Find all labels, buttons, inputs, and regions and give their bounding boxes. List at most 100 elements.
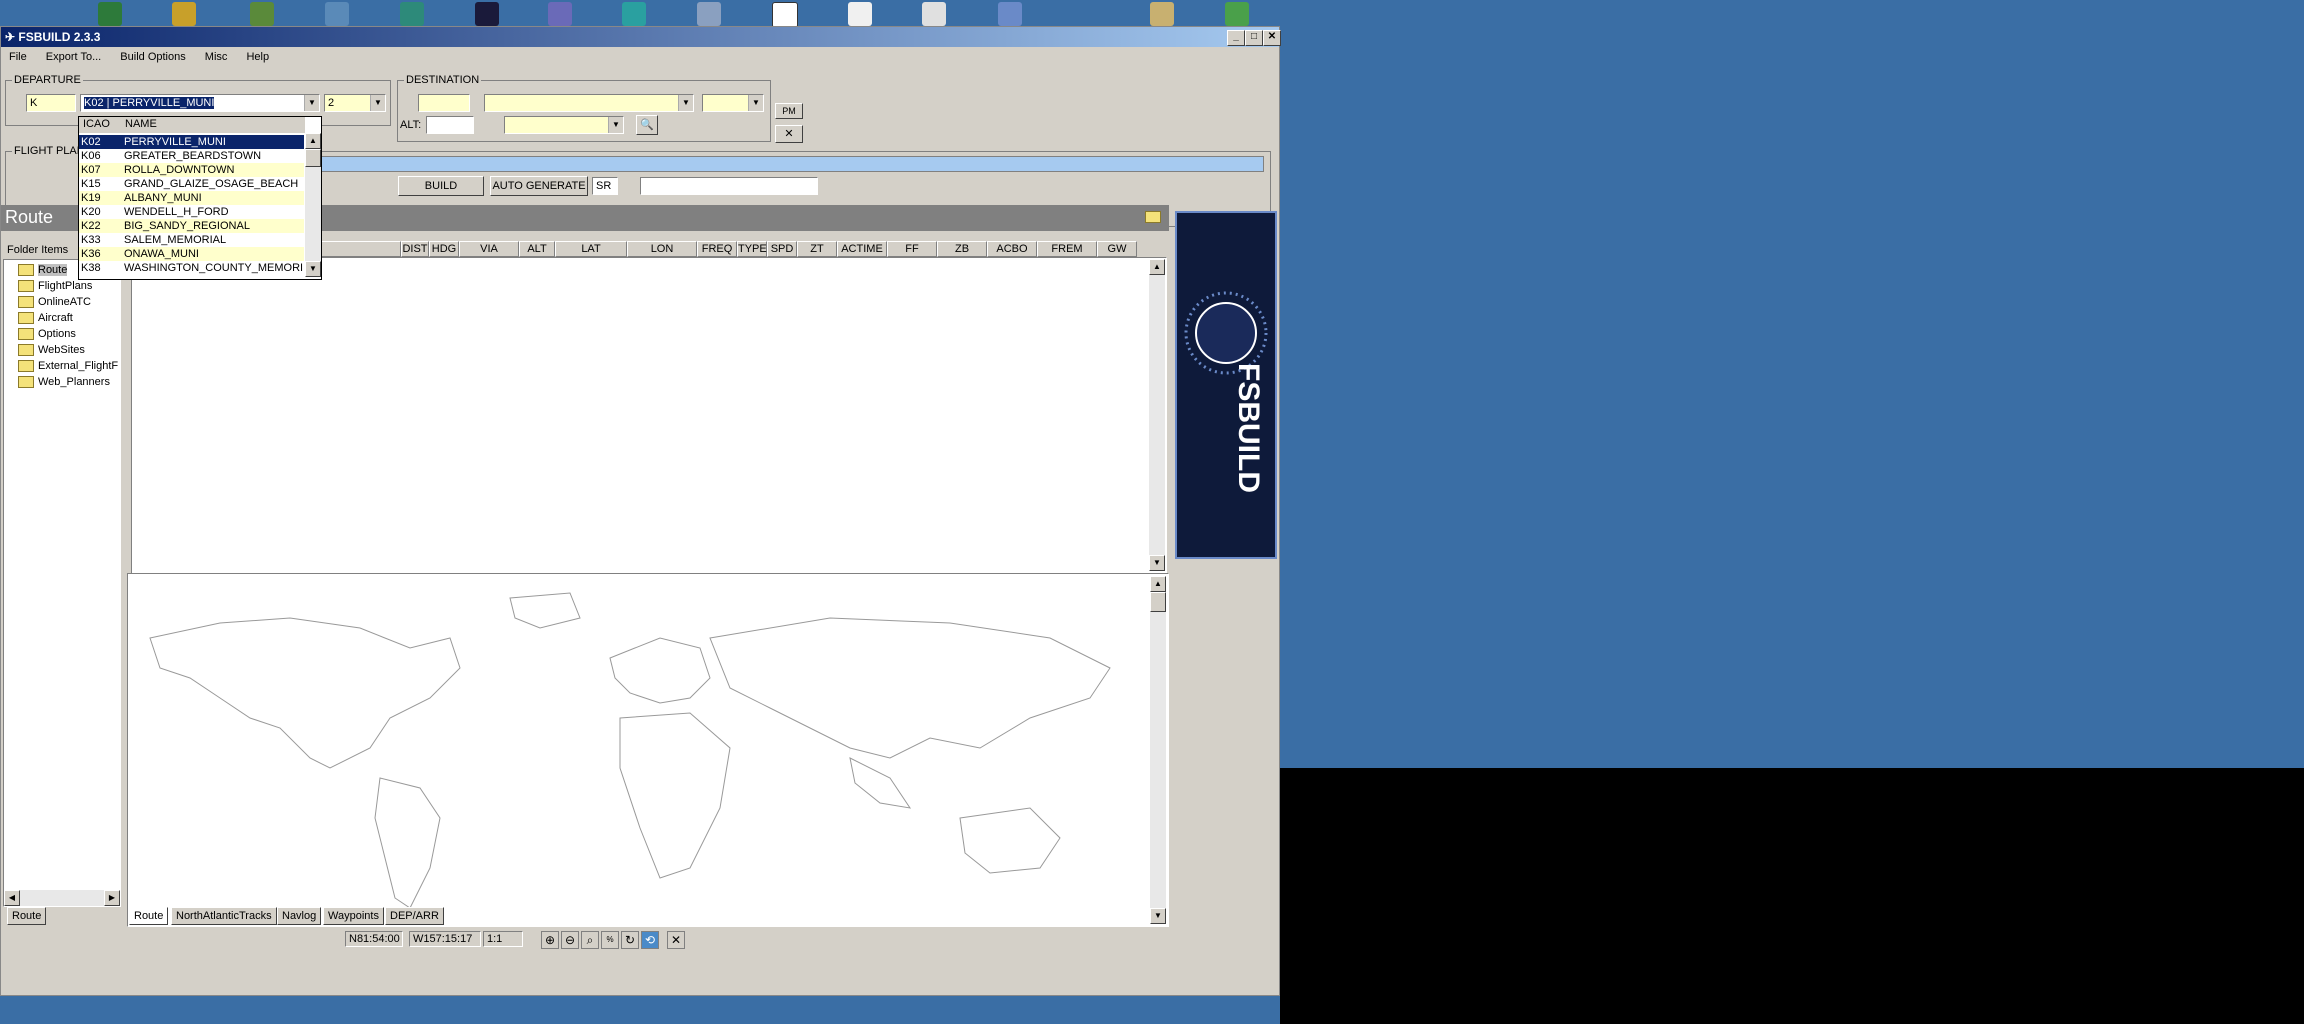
folder-hscrollbar[interactable]: ◀ ▶ <box>4 890 120 906</box>
folder-route[interactable]: Route <box>18 262 68 278</box>
plane-icon[interactable] <box>325 2 349 26</box>
chevron-down-icon[interactable]: ▼ <box>608 117 623 133</box>
scroll-down-icon[interactable]: ▼ <box>1149 555 1165 571</box>
maximize-button[interactable]: □ <box>1245 30 1263 46</box>
column-header[interactable]: TYPE <box>737 241 767 257</box>
document-icon[interactable] <box>848 2 872 26</box>
folder-onlineatc[interactable]: OnlineATC <box>18 294 91 310</box>
zoom-in-icon[interactable]: ⊕ <box>541 931 559 949</box>
pm-button[interactable]: PM <box>775 103 803 119</box>
minimize-button[interactable]: _ <box>1227 30 1245 46</box>
dropdown-row[interactable]: K36 ONAWA_MUNI <box>79 247 304 261</box>
destination-prefix-field[interactable] <box>418 94 470 112</box>
column-header[interactable]: FF <box>887 241 937 257</box>
column-header[interactable]: FREM <box>1037 241 1097 257</box>
close-button[interactable]: ✕ <box>1263 30 1281 46</box>
close-icon[interactable]: ✕ <box>667 931 685 949</box>
menu-export[interactable]: Export To... <box>38 51 109 63</box>
airport-dropdown-list[interactable]: ICAO NAME K02 PERRYVILLE_MUNI K06 GREATER_B… <box>78 116 322 280</box>
search-button[interactable]: 🔍 <box>636 115 658 135</box>
column-header[interactable]: SPD <box>767 241 797 257</box>
sync-icon[interactable]: ⟲ <box>641 931 659 949</box>
dropdown-scrollbar[interactable]: ▲ ▼ <box>305 133 321 277</box>
tab-route-left[interactable]: Route <box>7 907 47 925</box>
tab-dep-arr[interactable]: DEP/ARR <box>385 907 444 925</box>
app-shortcut-icon[interactable] <box>172 2 196 26</box>
plane-icon[interactable] <box>475 2 499 26</box>
app-shortcut-icon[interactable] <box>250 2 274 26</box>
zoom-100-icon[interactable]: % <box>601 931 619 949</box>
folder-flightplans[interactable]: FlightPlans <box>18 278 92 294</box>
menu-misc[interactable]: Misc <box>197 51 236 63</box>
recycle-bin-icon[interactable] <box>1225 2 1249 26</box>
dropdown-row[interactable]: K07 ROLLA_DOWNTOWN <box>79 163 304 177</box>
build-button[interactable]: BUILD <box>398 176 484 196</box>
column-header[interactable]: ACTIME <box>837 241 887 257</box>
folder-websites[interactable]: WebSites <box>18 342 85 358</box>
column-header[interactable]: LAT <box>555 241 627 257</box>
tab-route[interactable]: Route <box>129 907 169 925</box>
comment-field[interactable] <box>640 177 818 195</box>
scroll-up-icon[interactable]: ▲ <box>305 133 321 149</box>
scroll-right-icon[interactable]: ▶ <box>104 890 120 906</box>
destination-runway-combo[interactable]: ▼ <box>702 94 764 112</box>
app-shortcut-icon[interactable] <box>548 2 572 26</box>
app-shortcut-icon[interactable] <box>1150 2 1174 26</box>
column-header[interactable]: HDG <box>429 241 459 257</box>
route-string-field[interactable] <box>318 156 1264 172</box>
scroll-up-icon[interactable]: ▲ <box>1149 259 1165 275</box>
dropdown-row[interactable]: K19 ALBANY_MUNI <box>79 191 304 205</box>
alternate-prefix-field[interactable] <box>426 116 474 134</box>
dropdown-row[interactable]: K20 WENDELL_H_FORD <box>79 205 304 219</box>
dropdown-row[interactable]: K38 WASHINGTON_COUNTY_MEMORI <box>79 261 304 275</box>
dropdown-row[interactable]: K02 PERRYVILLE_MUNI <box>79 135 304 149</box>
chevron-down-icon[interactable]: ▼ <box>304 95 319 111</box>
chevron-down-icon[interactable]: ▼ <box>748 95 763 111</box>
zoom-out-icon[interactable]: ⊖ <box>561 931 579 949</box>
scroll-down-icon[interactable]: ▼ <box>1150 908 1166 924</box>
column-header[interactable]: ALT <box>519 241 555 257</box>
dropdown-row[interactable]: K15 GRAND_GLAIZE_OSAGE_BEACH <box>79 177 304 191</box>
departure-airport-combo[interactable]: K02 | PERRYVILLE_MUNI ▼ <box>80 94 320 112</box>
destination-airport-combo[interactable]: ▼ <box>484 94 694 112</box>
column-header[interactable]: DIST <box>401 241 429 257</box>
map-vscrollbar[interactable]: ▲ ▼ <box>1150 576 1166 924</box>
menu-file[interactable]: File <box>1 51 35 63</box>
column-header[interactable]: ACBO <box>987 241 1037 257</box>
folder-options[interactable]: Options <box>18 326 76 342</box>
chevron-down-icon[interactable]: ▼ <box>678 95 693 111</box>
document-icon[interactable] <box>922 2 946 26</box>
app-shortcut-icon[interactable] <box>998 2 1022 26</box>
scroll-thumb[interactable] <box>305 149 321 167</box>
chevron-down-icon[interactable]: ▼ <box>370 95 385 111</box>
folder-external-flight[interactable]: External_FlightF <box>18 358 118 374</box>
magnify-icon[interactable]: ⌕ <box>581 931 599 949</box>
tab-northatlantictracks[interactable]: NorthAtlanticTracks <box>171 907 277 925</box>
plane-icon[interactable] <box>697 2 721 26</box>
dropdown-row[interactable]: K22 BIG_SANDY_REGIONAL <box>79 219 304 233</box>
refresh-icon[interactable]: ↻ <box>621 931 639 949</box>
menu-build-options[interactable]: Build Options <box>112 51 193 63</box>
folder-icon[interactable] <box>1145 211 1161 223</box>
scroll-up-icon[interactable]: ▲ <box>1150 576 1166 592</box>
dropdown-row[interactable]: K33 SALEM_MEMORIAL <box>79 233 304 247</box>
tab-waypoints[interactable]: Waypoints <box>323 907 384 925</box>
departure-runway-combo[interactable]: 2 ▼ <box>324 94 386 112</box>
column-header[interactable]: GW <box>1097 241 1137 257</box>
folder-web-planners[interactable]: Web_Planners <box>18 374 110 390</box>
column-header[interactable]: ZB <box>937 241 987 257</box>
auto-generate-button[interactable]: AUTO GENERATE <box>490 176 588 196</box>
app-shortcut-icon[interactable] <box>400 2 424 26</box>
clear-button[interactable]: ✕ <box>775 125 803 143</box>
departure-prefix-field[interactable]: K <box>26 94 76 112</box>
column-header[interactable]: ZT <box>797 241 837 257</box>
plane-icon[interactable] <box>622 2 646 26</box>
sr-field[interactable]: SR <box>592 177 618 195</box>
menu-help[interactable]: Help <box>238 51 277 63</box>
column-header[interactable]: FREQ <box>697 241 737 257</box>
tab-navlog[interactable]: Navlog <box>277 907 322 925</box>
scroll-down-icon[interactable]: ▼ <box>305 261 321 277</box>
world-map-panel[interactable]: ▲ ▼ <box>127 573 1169 927</box>
dropdown-row[interactable]: K06 GREATER_BEARDSTOWN <box>79 149 304 163</box>
route-vscrollbar[interactable]: ▲ ▼ <box>1149 259 1165 571</box>
